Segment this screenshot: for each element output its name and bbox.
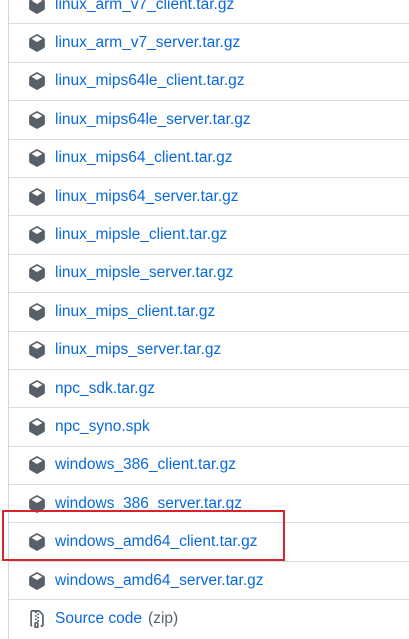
- asset-row-highlighted: windows_amd64_client.tar.gz: [9, 523, 409, 562]
- asset-row: linux_arm_v7_client.tar.gz: [9, 0, 409, 25]
- package-icon: [28, 494, 46, 513]
- asset-link[interactable]: windows_amd64_client.tar.gz: [55, 533, 257, 551]
- asset-row: linux_mips64le_server.tar.gz: [9, 101, 409, 140]
- package-icon: [28, 0, 46, 14]
- asset-link[interactable]: windows_386_server.tar.gz: [55, 495, 242, 513]
- package-icon: [28, 533, 46, 551]
- release-assets-list: linux_arm_v7_client.tar.gz linux_arm_v7_…: [8, 0, 409, 639]
- package-icon: [28, 302, 46, 321]
- package-icon: [28, 111, 46, 129]
- asset-row: linux_mips_server.tar.gz: [9, 332, 409, 370]
- asset-row: linux_mipsle_client.tar.gz: [9, 216, 409, 255]
- asset-link[interactable]: npc_sdk.tar.gz: [55, 380, 155, 398]
- package-icon: [28, 34, 46, 52]
- asset-link[interactable]: linux_mipsle_server.tar.gz: [55, 264, 233, 282]
- source-code-link[interactable]: Source code (zip): [55, 610, 178, 628]
- asset-link[interactable]: linux_mips_client.tar.gz: [55, 303, 215, 321]
- package-icon: [28, 187, 46, 206]
- asset-row: linux_mips_client.tar.gz: [9, 293, 409, 332]
- source-code-format: (zip): [148, 610, 179, 628]
- package-icon: [28, 456, 46, 475]
- asset-link[interactable]: npc_syno.spk: [55, 418, 150, 436]
- asset-link[interactable]: linux_mips64le_client.tar.gz: [55, 72, 245, 90]
- asset-row: linux_mipsle_server.tar.gz: [9, 255, 409, 294]
- asset-row: windows_386_server.tar.gz: [9, 485, 409, 524]
- source-code-row: Source code (zip): [9, 600, 409, 638]
- asset-row: linux_mips64le_client.tar.gz: [9, 63, 409, 102]
- package-icon: [28, 418, 46, 436]
- package-icon: [28, 72, 46, 91]
- asset-row: windows_amd64_server.tar.gz: [9, 562, 409, 601]
- package-icon: [28, 226, 46, 244]
- asset-link[interactable]: linux_arm_v7_client.tar.gz: [55, 0, 234, 14]
- asset-link[interactable]: linux_mipsle_client.tar.gz: [55, 226, 227, 244]
- source-code-label: Source code: [55, 610, 143, 628]
- asset-row: linux_mips64_server.tar.gz: [9, 178, 409, 217]
- asset-link[interactable]: windows_amd64_server.tar.gz: [55, 572, 264, 590]
- package-icon: [28, 341, 46, 360]
- asset-link[interactable]: linux_mips64le_server.tar.gz: [55, 111, 251, 129]
- file-zip-icon: [28, 610, 46, 629]
- asset-link[interactable]: linux_mips64_client.tar.gz: [55, 149, 233, 167]
- asset-row: npc_sdk.tar.gz: [9, 370, 409, 409]
- package-icon: [28, 264, 46, 283]
- asset-row: windows_386_client.tar.gz: [9, 447, 409, 486]
- asset-link[interactable]: linux_arm_v7_server.tar.gz: [55, 34, 240, 52]
- package-icon: [28, 571, 46, 590]
- asset-row: linux_arm_v7_server.tar.gz: [9, 24, 409, 63]
- asset-link[interactable]: windows_386_client.tar.gz: [55, 456, 236, 474]
- package-icon: [28, 149, 46, 168]
- asset-row: linux_mips64_client.tar.gz: [9, 140, 409, 178]
- asset-link[interactable]: linux_mips_server.tar.gz: [55, 341, 221, 359]
- asset-row: npc_syno.spk: [9, 408, 409, 447]
- asset-link[interactable]: linux_mips64_server.tar.gz: [55, 188, 239, 206]
- package-icon: [28, 379, 46, 398]
